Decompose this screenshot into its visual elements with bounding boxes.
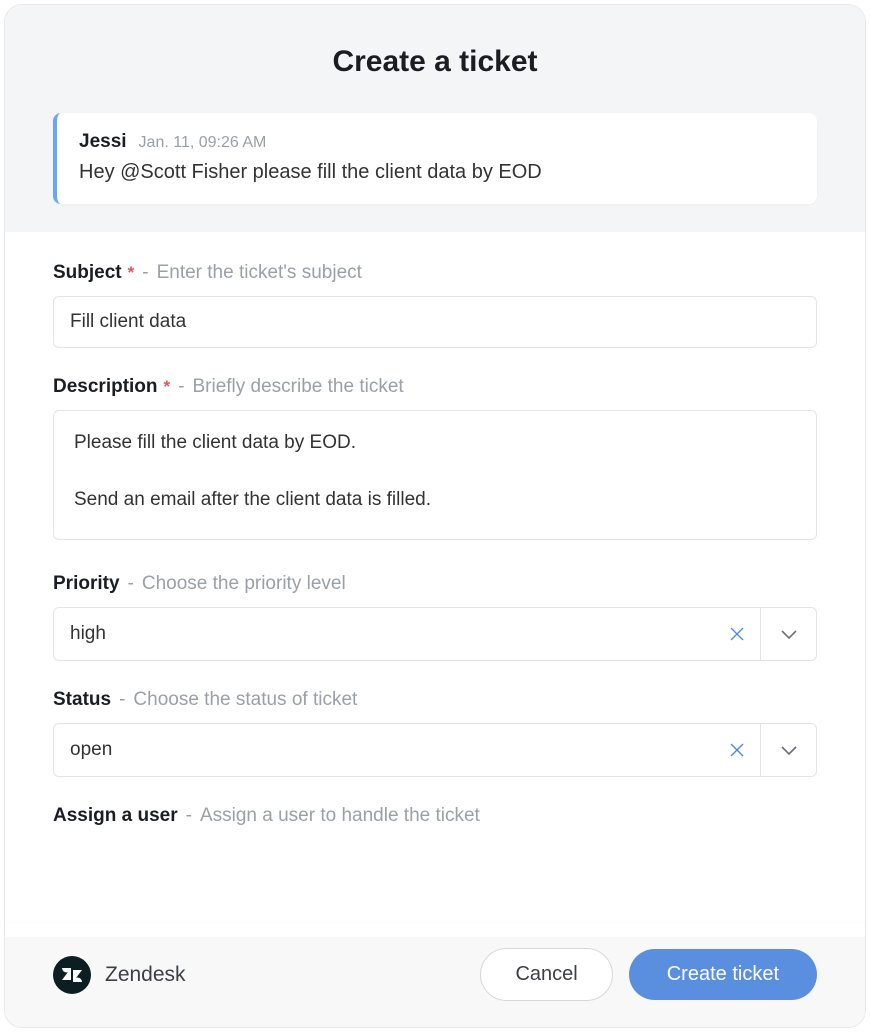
- cancel-button[interactable]: Cancel: [480, 948, 612, 1001]
- modal-footer: Zendesk Cancel Create ticket: [5, 921, 865, 1027]
- zendesk-logo-icon: [53, 956, 91, 994]
- integration-brand: Zendesk: [53, 956, 464, 994]
- field-priority-label-row: Priority - Choose the priority level: [53, 573, 817, 595]
- required-indicator: *: [128, 263, 135, 283]
- field-assign-user: Assign a user - Assign a user to handle …: [53, 805, 817, 827]
- close-icon: [729, 742, 745, 758]
- required-indicator: *: [164, 377, 171, 397]
- field-description: Description * - Briefly describe the tic…: [53, 376, 817, 545]
- field-subject-label-row: Subject * - Enter the ticket's subject: [53, 262, 817, 284]
- source-message-header: Jessi Jan. 11, 09:26 AM: [79, 131, 795, 153]
- chevron-down-icon: [779, 628, 799, 640]
- field-subject: Subject * - Enter the ticket's subject: [53, 262, 817, 348]
- assign-user-label: Assign a user: [53, 805, 178, 827]
- status-hint: Choose the status of ticket: [133, 689, 357, 711]
- priority-hint: Choose the priority level: [142, 573, 346, 595]
- modal-header: Create a ticket Jessi Jan. 11, 09:26 AM …: [5, 5, 865, 232]
- description-input[interactable]: [53, 410, 817, 540]
- description-label: Description: [53, 376, 158, 398]
- source-message-card: Jessi Jan. 11, 09:26 AM Hey @Scott Fishe…: [53, 113, 817, 204]
- subject-label: Subject: [53, 262, 122, 284]
- status-dropdown-toggle[interactable]: [760, 724, 816, 776]
- priority-label: Priority: [53, 573, 120, 595]
- field-description-label-row: Description * - Briefly describe the tic…: [53, 376, 817, 398]
- close-icon: [729, 626, 745, 642]
- chevron-down-icon: [779, 744, 799, 756]
- create-ticket-button[interactable]: Create ticket: [629, 949, 817, 1000]
- assign-user-hint: Assign a user to handle the ticket: [200, 805, 480, 827]
- create-ticket-modal: Create a ticket Jessi Jan. 11, 09:26 AM …: [4, 4, 866, 1028]
- field-status: Status - Choose the status of ticket ope…: [53, 689, 817, 777]
- modal-title: Create a ticket: [53, 45, 817, 79]
- field-status-label-row: Status - Choose the status of ticket: [53, 689, 817, 711]
- priority-value: high: [54, 608, 714, 660]
- priority-dropdown-toggle[interactable]: [760, 608, 816, 660]
- integration-brand-name: Zendesk: [105, 963, 186, 987]
- field-priority: Priority - Choose the priority level hig…: [53, 573, 817, 661]
- subject-hint: Enter the ticket's subject: [157, 262, 362, 284]
- status-select[interactable]: open: [53, 723, 817, 777]
- subject-input[interactable]: [53, 296, 817, 348]
- description-hint: Briefly describe the ticket: [192, 376, 403, 398]
- ticket-form: Subject * - Enter the ticket's subject D…: [5, 232, 865, 921]
- source-message-body: Hey @Scott Fisher please fill the client…: [79, 161, 795, 184]
- priority-clear-button[interactable]: [714, 608, 760, 660]
- status-label: Status: [53, 689, 111, 711]
- status-clear-button[interactable]: [714, 724, 760, 776]
- source-timestamp: Jan. 11, 09:26 AM: [139, 134, 267, 152]
- status-value: open: [54, 724, 714, 776]
- source-author: Jessi: [79, 131, 127, 153]
- priority-select[interactable]: high: [53, 607, 817, 661]
- field-assign-user-label-row: Assign a user - Assign a user to handle …: [53, 805, 817, 827]
